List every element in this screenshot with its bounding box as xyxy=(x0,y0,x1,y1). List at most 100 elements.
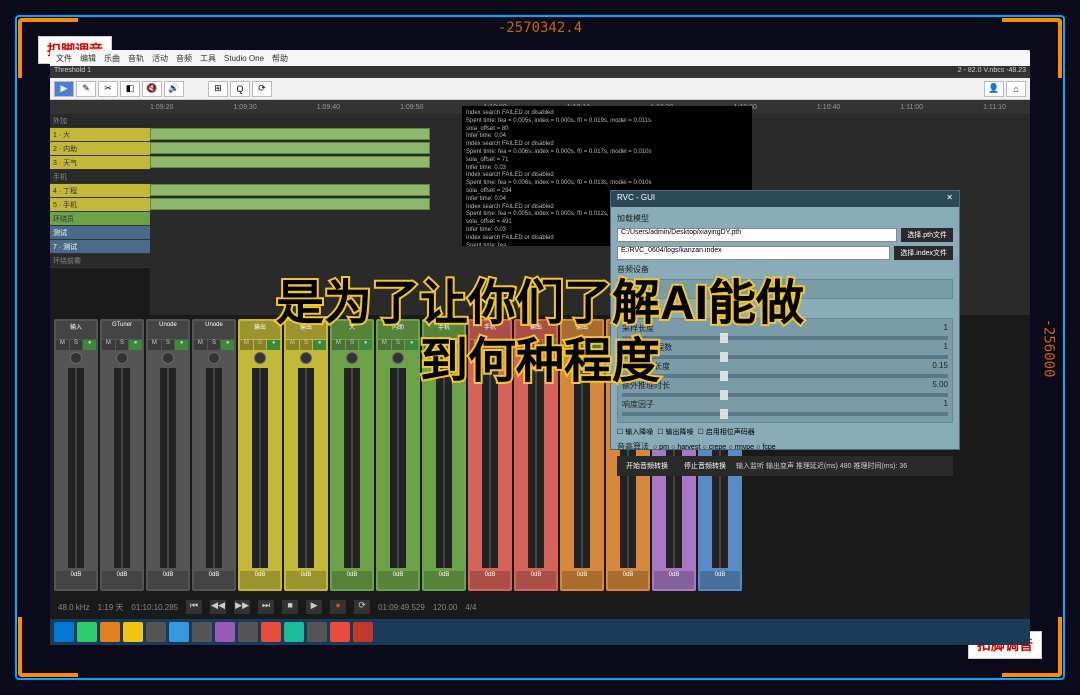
track-header[interactable]: 2 · 内助 xyxy=(50,142,150,156)
index-path-input[interactable]: E:/RVC_0604/logs/kanzan.index xyxy=(617,246,890,260)
track-header[interactable]: 测试 xyxy=(50,226,150,240)
stop-button[interactable]: 停止音频转换 xyxy=(678,459,732,473)
rvc-checkboxes[interactable]: ☐ 输入降噪 ☐ 输出降噪 ☐ 启用相位声码器 xyxy=(617,427,953,437)
mixer-channel[interactable]: UnodeMS●0dB xyxy=(146,319,190,591)
taskbar-icon[interactable] xyxy=(330,622,350,642)
taskbar-icon[interactable] xyxy=(238,622,258,642)
menu-item[interactable]: Studio One xyxy=(224,54,264,63)
user-icon[interactable]: 👤 xyxy=(984,81,1004,97)
tool-snap[interactable]: ⊞ xyxy=(208,81,228,97)
start-button[interactable] xyxy=(54,622,74,642)
rvc-titlebar[interactable]: RVC - GUI ✕ xyxy=(611,191,959,207)
fader[interactable] xyxy=(436,368,452,568)
play-button[interactable]: ▶ xyxy=(306,600,322,614)
stop-button[interactable]: ■ xyxy=(282,600,298,614)
model-path-input[interactable]: C:/Users/admin/Desktop/xiayingDY.pth xyxy=(617,228,897,242)
select-pth-button[interactable]: 选择.pth文件 xyxy=(901,228,953,242)
fwd-button[interactable]: ▶▶ xyxy=(234,600,250,614)
toolbar[interactable]: ▶ ✎ ✂ ◧ 🔇 🔊 ⊞ Q ⟳ 👤 ⌂ xyxy=(50,78,1030,100)
rewind-button[interactable]: ⏮ xyxy=(186,600,202,614)
menu-item[interactable]: 文件 xyxy=(56,53,72,64)
radio[interactable]: ○ pm xyxy=(653,444,669,451)
sample-rate: 48.0 kHz xyxy=(58,603,90,612)
menu-item[interactable]: 活动 xyxy=(152,53,168,64)
menu-item[interactable]: 音轨 xyxy=(128,53,144,64)
windows-taskbar[interactable] xyxy=(50,619,1030,645)
audio-clip[interactable] xyxy=(150,142,430,154)
menu-item[interactable]: 乐曲 xyxy=(104,53,120,64)
radio[interactable]: ○ harvest xyxy=(671,444,700,451)
record-button[interactable]: ● xyxy=(330,600,346,614)
transport-bar[interactable]: 48.0 kHz 1:19 天 01:10:10.285 ⏮ ◀◀ ▶▶ ⏭ ■… xyxy=(50,595,1030,619)
tool-cut[interactable]: ✂ xyxy=(98,81,118,97)
taskbar-icon[interactable] xyxy=(100,622,120,642)
rvc-section-label: 音频设备 xyxy=(617,264,953,275)
fader[interactable] xyxy=(344,368,360,568)
menu-item[interactable]: 音频 xyxy=(176,53,192,64)
loop-button[interactable]: ⟳ xyxy=(354,600,370,614)
fader[interactable] xyxy=(482,368,498,568)
audio-clip[interactable] xyxy=(150,198,430,210)
tool-erase[interactable]: ◧ xyxy=(120,81,140,97)
audio-clip[interactable] xyxy=(150,128,430,140)
tool-draw[interactable]: ✎ xyxy=(76,81,96,97)
mixer-channel[interactable]: 输入MS●0dB xyxy=(54,319,98,591)
radio[interactable]: ○ crepe xyxy=(703,444,727,451)
taskbar-icon[interactable] xyxy=(169,622,189,642)
fader[interactable] xyxy=(528,368,544,568)
track-header[interactable]: 手机 xyxy=(50,170,150,184)
taskbar-icon[interactable] xyxy=(215,622,235,642)
track-header[interactable]: 4 · 丁程 xyxy=(50,184,150,198)
fader[interactable] xyxy=(390,368,406,568)
track-header[interactable]: 3 · 天气 xyxy=(50,156,150,170)
menu-item[interactable]: 工具 xyxy=(200,53,216,64)
select-index-button[interactable]: 选择.index文件 xyxy=(894,246,953,260)
close-icon[interactable]: ✕ xyxy=(946,193,953,205)
track-panel[interactable]: 外加1 · 大2 · 内助3 · 天气手机4 · 丁程5 · 手机环绕员测试7 … xyxy=(50,114,150,315)
mixer-channel[interactable]: GTunerMS●0dB xyxy=(100,319,144,591)
taskbar-icon[interactable] xyxy=(146,622,166,642)
track-header[interactable]: 外加 xyxy=(50,114,150,128)
taskbar-icon[interactable] xyxy=(77,622,97,642)
tool-autoscroll[interactable]: ⟳ xyxy=(252,81,272,97)
back-button[interactable]: ◀◀ xyxy=(210,600,226,614)
fader[interactable] xyxy=(206,368,222,568)
taskbar-icon[interactable] xyxy=(307,622,327,642)
fader[interactable] xyxy=(574,368,590,568)
track-header[interactable]: 1 · 大 xyxy=(50,128,150,142)
checkbox[interactable]: ☐ 输出降噪 xyxy=(657,427,693,437)
track-header[interactable]: 环绕前雾 xyxy=(50,254,150,268)
fader[interactable] xyxy=(114,368,130,568)
audio-clip[interactable] xyxy=(150,156,430,168)
slider[interactable] xyxy=(622,412,948,416)
fader[interactable] xyxy=(298,368,314,568)
taskbar-icon[interactable] xyxy=(192,622,212,642)
checkbox[interactable]: ☐ 输入降噪 xyxy=(617,427,653,437)
track-header[interactable]: 7 · 测试 xyxy=(50,240,150,254)
fader[interactable] xyxy=(68,368,84,568)
menu-item[interactable]: 编辑 xyxy=(80,53,96,64)
radio[interactable]: ○ rmvpe xyxy=(728,444,754,451)
taskbar-icon[interactable] xyxy=(353,622,373,642)
radio[interactable]: ○ fcpe xyxy=(756,444,775,451)
fader[interactable] xyxy=(160,368,176,568)
taskbar-icon[interactable] xyxy=(261,622,281,642)
mixer-channel[interactable]: UnodeMS●0dB xyxy=(192,319,236,591)
slider[interactable] xyxy=(622,393,948,397)
taskbar-icon[interactable] xyxy=(123,622,143,642)
checkbox[interactable]: ☐ 启用相位声码器 xyxy=(697,427,754,437)
menu-bar[interactable]: 文件编辑乐曲音轨活动音频工具 Studio One 帮助 xyxy=(50,50,1030,66)
audio-clip[interactable] xyxy=(150,184,430,196)
track-header[interactable]: 5 · 手机 xyxy=(50,198,150,212)
track-header[interactable]: 环绕员 xyxy=(50,212,150,226)
taskbar-icon[interactable] xyxy=(284,622,304,642)
menu-item[interactable]: 帮助 xyxy=(272,53,288,64)
end-button[interactable]: ⏭ xyxy=(258,600,274,614)
tool-quantize[interactable]: Q xyxy=(230,81,250,97)
fader[interactable] xyxy=(252,368,268,568)
tool-speaker[interactable]: 🔊 xyxy=(164,81,184,97)
start-button[interactable]: 开始音频转换 xyxy=(620,459,674,473)
home-icon[interactable]: ⌂ xyxy=(1006,81,1026,97)
tool-mute[interactable]: 🔇 xyxy=(142,81,162,97)
tool-pointer[interactable]: ▶ xyxy=(54,81,74,97)
